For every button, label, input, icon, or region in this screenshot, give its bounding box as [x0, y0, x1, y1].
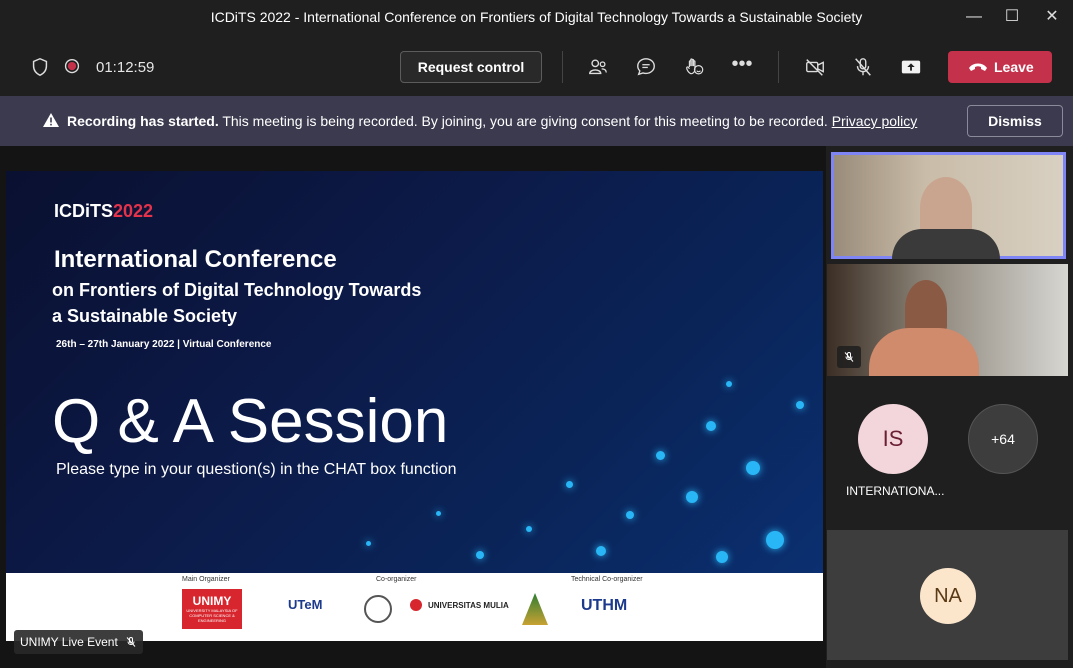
particle [726, 381, 732, 387]
toolbar-divider [562, 51, 563, 83]
minimize-icon[interactable]: — [962, 6, 986, 28]
presenter-label: UNIMY Live Event [14, 630, 144, 654]
leave-label: Leave [994, 59, 1034, 75]
conference-logo: ICDiTS2022 [54, 201, 154, 221]
technical-co-organizer-label: Technical Co-organizer [571, 576, 643, 583]
recording-icon [64, 58, 80, 74]
utem-logo: UTeM [288, 597, 323, 612]
more-participants-button[interactable]: +64 [968, 404, 1038, 474]
recording-text: This meeting is being recorded. By joini… [218, 113, 832, 129]
co-organizer-seal [364, 595, 392, 623]
mulia-logo: UNIVERSITAS MULIA [428, 601, 509, 610]
particle [626, 511, 634, 519]
meeting-toolbar: 01:12:59 Request control ••• Leave [0, 36, 1073, 96]
privacy-policy-link[interactable]: Privacy policy [832, 113, 918, 129]
more-options-icon[interactable]: ••• [730, 54, 754, 78]
window-title: ICDiTS 2022 - International Conference o… [210, 9, 863, 25]
recording-message: Recording has started. This meeting is b… [67, 113, 917, 129]
particle [716, 551, 728, 563]
mulia-emblem [410, 599, 422, 611]
slide-heading: International Conference [54, 246, 337, 273]
mic-off-icon [844, 352, 854, 362]
request-control-button[interactable]: Request control [400, 51, 542, 83]
toolbar-divider [778, 51, 779, 83]
raise-hand-icon[interactable] [682, 56, 706, 78]
maximize-icon[interactable]: ☐ [1000, 6, 1024, 28]
people-icon[interactable] [586, 56, 610, 78]
particle [436, 511, 441, 516]
particle [686, 491, 698, 503]
shield-icon[interactable] [28, 56, 52, 78]
meeting-timer: 01:12:59 [96, 59, 155, 76]
presentation-slide: ICDiTS2022 International Conference on F… [6, 171, 823, 573]
particle [656, 451, 665, 460]
dismiss-button[interactable]: Dismiss [967, 105, 1063, 137]
participant-gallery: IS INTERNATIONA... +64 NA [826, 146, 1073, 668]
participant-tile-na[interactable]: NA [827, 530, 1068, 660]
particle [366, 541, 371, 546]
slide-date: 26th – 27th January 2022 | Virtual Confe… [56, 339, 272, 350]
phone-hangup-icon [969, 63, 987, 71]
participant-name: INTERNATIONA... [846, 484, 945, 498]
mic-off-icon [126, 637, 136, 647]
slide-subheading: on Frontiers of Digital Technology Towar… [52, 280, 422, 326]
particle [796, 401, 804, 409]
slide-qa-title: Q & A Session [52, 387, 449, 456]
avatar-is[interactable]: IS [858, 404, 928, 474]
slide-qa-subtitle: Please type in your question(s) in the C… [56, 461, 457, 478]
main-organizer-label: Main Organizer [182, 576, 230, 583]
uthm-logo: UTHM [581, 597, 628, 614]
chat-icon[interactable] [634, 56, 658, 78]
technical-seal [522, 593, 548, 625]
particle [526, 526, 532, 532]
particle [746, 461, 760, 475]
particle [566, 481, 573, 488]
main-stage: ICDiTS2022 International Conference on F… [0, 146, 826, 668]
warning-icon [43, 113, 59, 127]
particle [706, 421, 716, 431]
unimy-logo: UNIMY UNIVERSITY MALAYSIA OF COMPUTER SC… [182, 589, 242, 629]
co-organizer-label: Co-organizer [376, 576, 417, 583]
muted-badge [837, 346, 861, 368]
title-bar: ICDiTS 2022 - International Conference o… [0, 0, 1073, 36]
participant-body [869, 328, 979, 376]
recording-banner: Recording has started. This meeting is b… [0, 96, 1073, 146]
mic-off-icon[interactable] [851, 56, 875, 78]
camera-off-icon[interactable] [803, 56, 827, 78]
participant-video[interactable] [827, 264, 1068, 376]
particle [766, 531, 784, 549]
particle [596, 546, 606, 556]
participant-video-active-speaker[interactable] [831, 152, 1066, 259]
participant-body [892, 229, 1000, 259]
close-icon[interactable]: ✕ [1040, 6, 1064, 28]
recording-title: Recording has started. [67, 113, 219, 129]
share-screen-icon[interactable] [899, 56, 923, 78]
avatar-na: NA [920, 568, 976, 624]
particle [476, 551, 484, 559]
leave-button[interactable]: Leave [948, 51, 1052, 83]
